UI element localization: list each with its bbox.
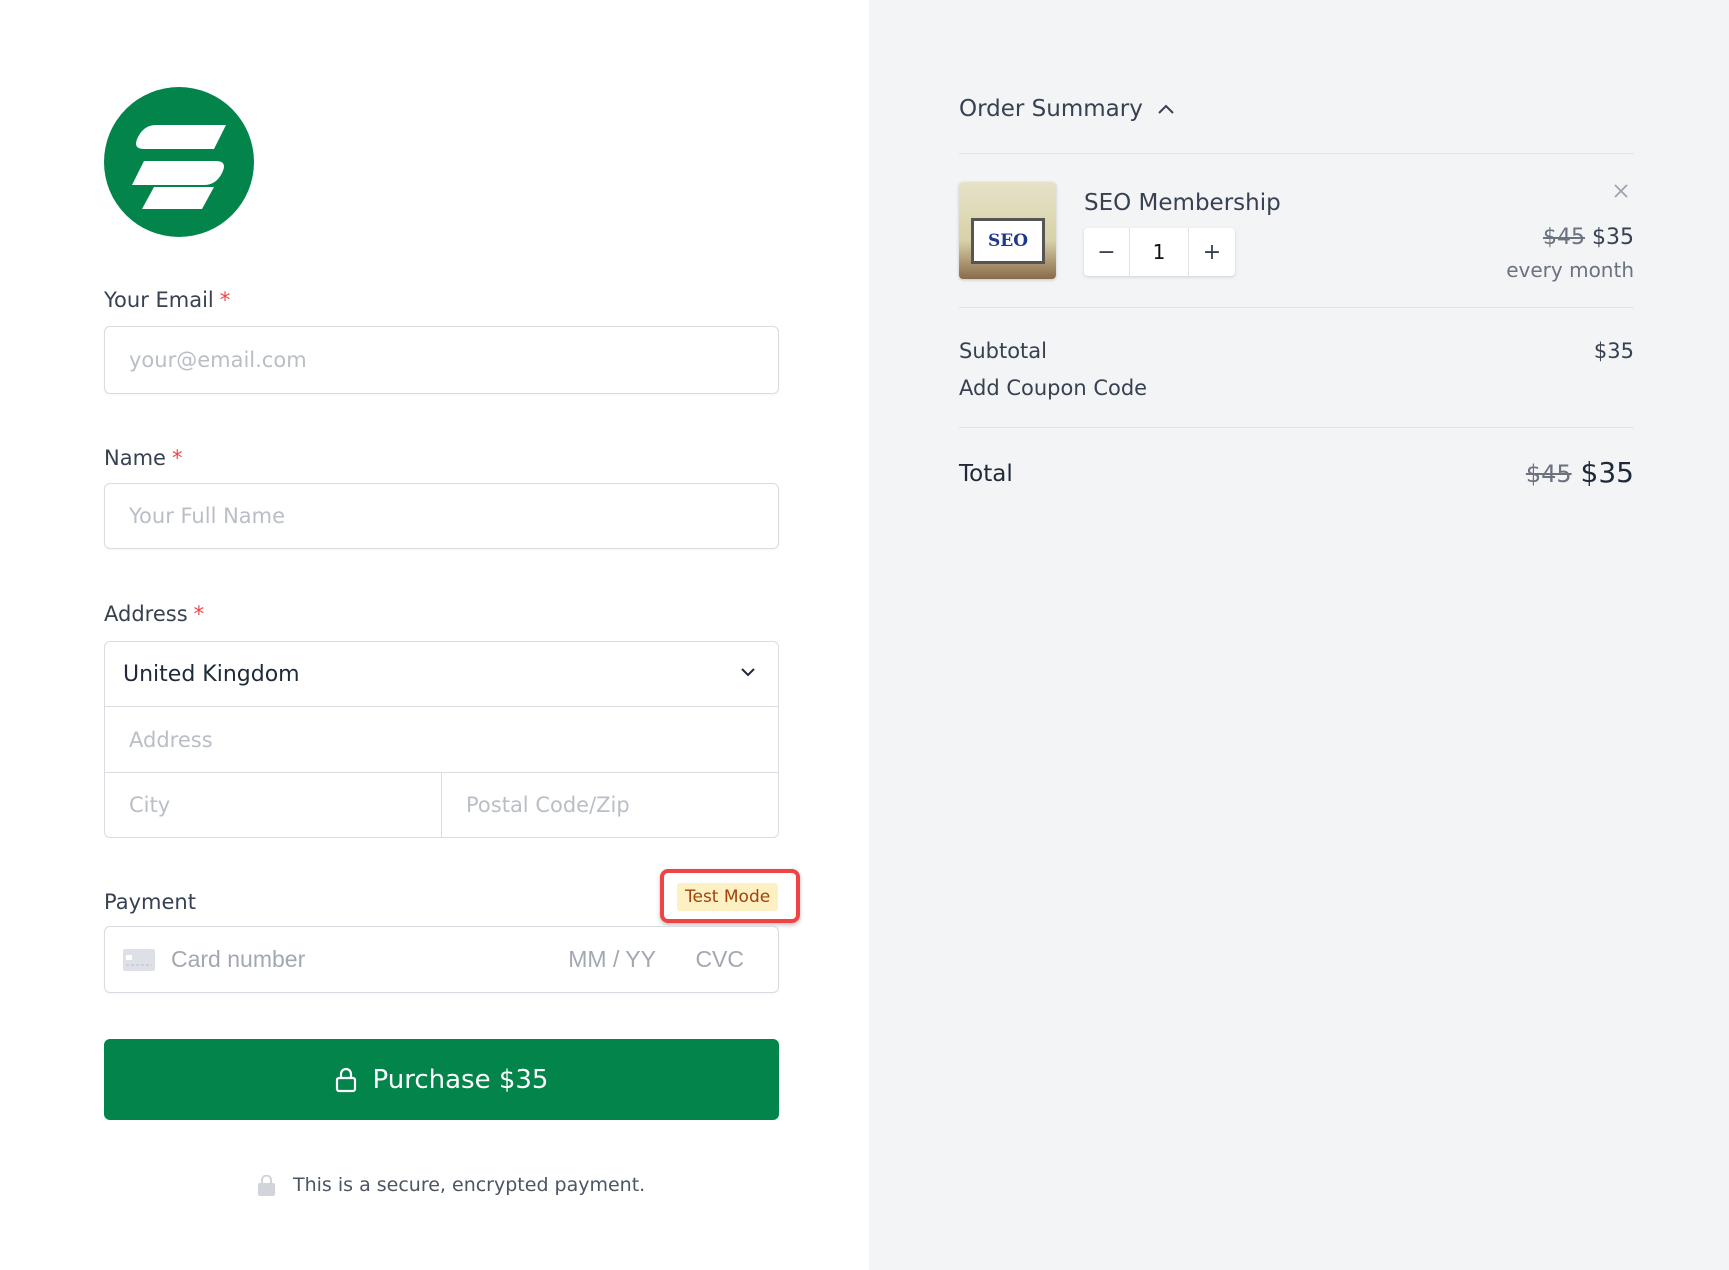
decrease-quantity-button[interactable]: − — [1084, 228, 1130, 276]
add-coupon-link[interactable]: Add Coupon Code — [959, 376, 1147, 400]
subtotal-label: Subtotal — [959, 339, 1047, 363]
address-input[interactable]: Address — [105, 707, 778, 773]
increase-quantity-button[interactable]: + — [1189, 228, 1235, 276]
divider — [959, 427, 1634, 428]
total-value: $45 $35 — [1525, 456, 1634, 489]
chevron-up-icon — [1158, 104, 1174, 114]
cvc-input[interactable]: CVC — [695, 946, 744, 973]
total-label: Total — [959, 461, 1013, 487]
email-label: Your Email * — [104, 288, 231, 312]
test-mode-highlight: Test Mode — [660, 869, 800, 923]
postal-code-input[interactable]: Postal Code/Zip — [442, 773, 778, 837]
lock-icon — [258, 1174, 275, 1196]
payment-label: Payment — [104, 890, 196, 914]
billing-interval: every month — [1506, 258, 1634, 282]
order-summary-toggle[interactable]: Order Summary — [959, 96, 1175, 122]
product-name: SEO Membership — [1084, 190, 1281, 216]
quantity-value[interactable]: 1 — [1130, 228, 1189, 276]
name-input[interactable]: Your Full Name — [104, 483, 779, 549]
city-input[interactable]: City — [105, 773, 442, 837]
product-image: SEO — [959, 182, 1056, 279]
subtotal-value: $35 — [1593, 339, 1634, 363]
secure-note: This is a secure, encrypted payment. — [258, 1174, 645, 1196]
address-label: Address * — [104, 602, 205, 626]
item-price: $45 $35 — [1543, 225, 1634, 250]
expiry-input[interactable]: MM / YY — [568, 946, 656, 973]
country-select[interactable]: United Kingdom — [105, 642, 778, 707]
quantity-stepper[interactable]: − 1 + — [1084, 228, 1235, 276]
checkout-form-panel: Your Email * your@email.com Name * Your Fu… — [0, 0, 869, 1270]
divider — [959, 153, 1634, 154]
email-input[interactable]: your@email.com — [104, 326, 779, 394]
test-mode-badge: Test Mode — [677, 883, 779, 911]
brand-logo — [104, 87, 254, 237]
address-group: United Kingdom Address City Postal Code/… — [104, 641, 779, 838]
remove-item-icon[interactable] — [1613, 183, 1629, 199]
name-label: Name * — [104, 446, 183, 470]
credit-card-icon — [123, 948, 155, 971]
chevron-down-icon — [741, 668, 755, 677]
divider — [959, 307, 1634, 308]
card-input[interactable]: Card number MM / YY CVC — [104, 926, 779, 993]
purchase-button[interactable]: Purchase $35 — [104, 1039, 779, 1120]
lock-icon — [335, 1067, 356, 1092]
